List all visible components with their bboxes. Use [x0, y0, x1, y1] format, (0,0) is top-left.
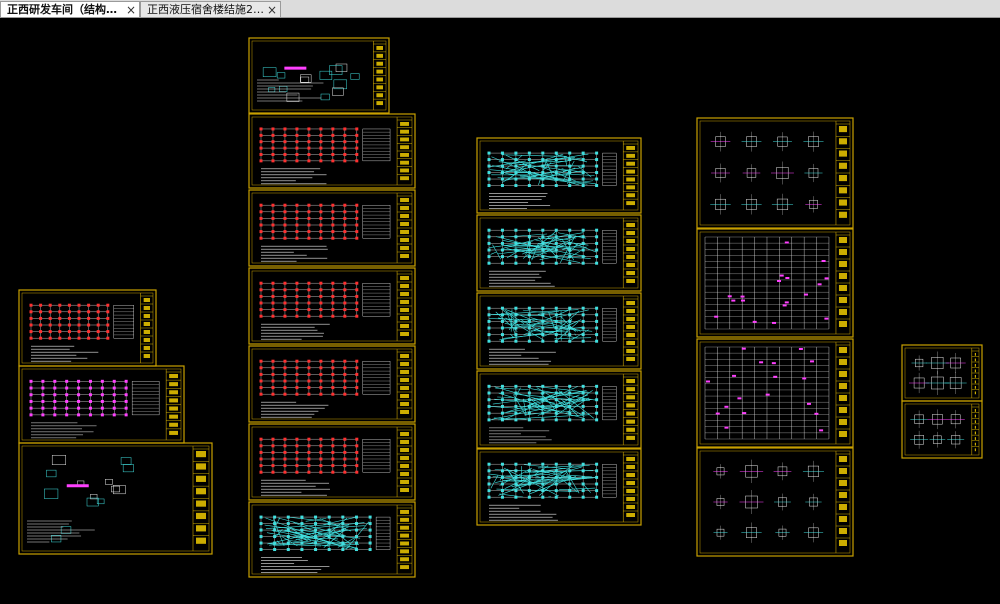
- sheet-floor-plan-5[interactable]: [249, 424, 415, 500]
- tab-label: 正西研发车间（结构…: [7, 2, 117, 18]
- sheet-dorm-plan-2[interactable]: [477, 215, 641, 291]
- sheet-detail-b[interactable]: [902, 401, 982, 458]
- sheet-detail-a[interactable]: [902, 345, 982, 401]
- sheet-dorm-plan-4[interactable]: [477, 371, 641, 448]
- document-tab-bar: 正西研发车间（结构… × 正西液压宿舍楼结施2… ×: [0, 0, 1000, 18]
- sheet-schedule-2[interactable]: [697, 339, 853, 447]
- tab-zhengxi-rd-workshop[interactable]: 正西研发车间（结构… ×: [0, 1, 140, 17]
- tab-label: 正西液压宿舍楼结施2…: [147, 2, 264, 18]
- tab-zhengxi-dormitory[interactable]: 正西液压宿舍楼结施2… ×: [140, 1, 281, 17]
- sheet-roof-plan[interactable]: [249, 502, 415, 577]
- sheet-dorm-plan-3[interactable]: [477, 293, 641, 369]
- sheet-dorm-plan-5[interactable]: [477, 449, 641, 525]
- close-icon[interactable]: ×: [126, 2, 136, 18]
- cad-model-space[interactable]: [0, 18, 1000, 600]
- sheet-column-layout-plan[interactable]: [19, 290, 156, 366]
- sheet-foundation-plan[interactable]: [19, 366, 184, 443]
- sheet-floor-plan-1[interactable]: [249, 114, 415, 188]
- drawing-canvas[interactable]: [0, 18, 1000, 600]
- sheet-floor-plan-4[interactable]: [249, 346, 415, 422]
- sheet-floor-plan-3[interactable]: [249, 268, 415, 344]
- sheet-foundation-details[interactable]: [19, 443, 212, 554]
- sheet-dorm-plan-1[interactable]: [477, 138, 641, 213]
- sheet-node-details-2[interactable]: [697, 448, 853, 556]
- sheet-schedule-1[interactable]: [697, 229, 853, 337]
- close-icon[interactable]: ×: [267, 2, 277, 18]
- sheet-floor-plan-2[interactable]: [249, 190, 415, 266]
- sheet-node-details-1[interactable]: [697, 118, 853, 228]
- sheet-general-notes[interactable]: [249, 38, 389, 113]
